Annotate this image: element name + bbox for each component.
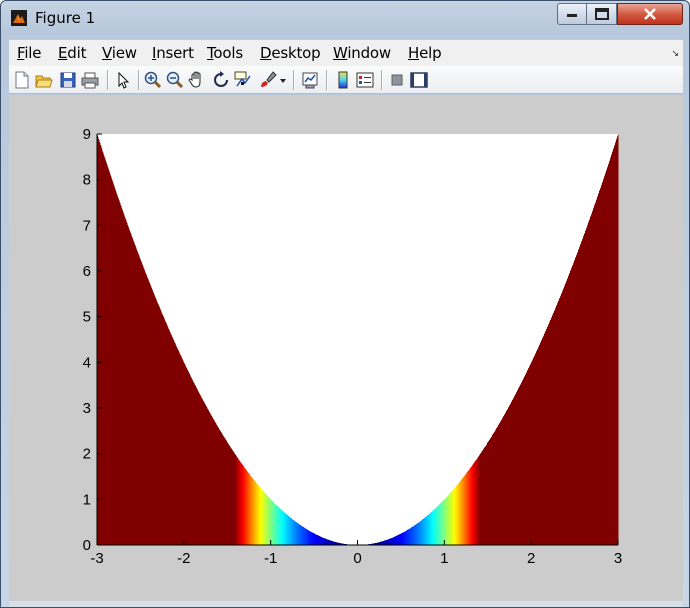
figure-canvas: -3 -2 -1 0 1 2 3 0 1 2 3 4 5 6 7 8 9 [9, 95, 683, 601]
chevron-down-icon[interactable] [279, 70, 287, 90]
zoom-out-icon[interactable] [165, 70, 185, 90]
rotate-3d-icon[interactable] [211, 70, 231, 90]
menu-view[interactable]: View [102, 44, 137, 62]
pan-icon[interactable] [187, 70, 207, 90]
matlab-icon [11, 10, 27, 26]
x-tick-label: 1 [440, 550, 448, 567]
link-plot-icon[interactable] [300, 70, 320, 90]
x-tick-label: 2 [527, 550, 535, 567]
x-tick-label: -3 [90, 550, 103, 567]
y-tick-label: 3 [83, 400, 91, 417]
menu-file[interactable]: File [17, 44, 42, 62]
y-tick-label: 2 [83, 446, 91, 463]
x-tick-label: -1 [264, 550, 277, 567]
menu-window[interactable]: Window [333, 44, 391, 62]
menu-desktop[interactable]: Desktop [260, 44, 321, 62]
menu-edit[interactable]: Edit [58, 44, 86, 62]
x-tick-label: 0 [353, 550, 361, 567]
y-tick-label: 5 [83, 309, 91, 326]
y-tick-label: 7 [83, 217, 91, 234]
y-tick-label: 8 [83, 172, 91, 189]
menu-help[interactable]: Help [408, 44, 442, 62]
open-file-icon[interactable] [34, 70, 54, 90]
menu-tools[interactable]: Tools [207, 44, 243, 62]
close-button[interactable] [617, 3, 683, 25]
show-plot-tools-icon[interactable] [409, 70, 429, 90]
menu-overflow-icon[interactable]: ↘ [671, 48, 679, 59]
y-tick-label: 0 [83, 537, 91, 554]
x-tick-label: -2 [177, 550, 190, 567]
maximize-icon [594, 8, 609, 20]
toolbar-separator [293, 70, 294, 90]
toolbar-separator [138, 70, 139, 90]
brush-icon[interactable] [258, 70, 278, 90]
minimize-button[interactable] [557, 3, 587, 25]
y-tick-label: 6 [83, 263, 91, 280]
menu-bar: File Edit View Insert Tools Desktop Wind… [9, 39, 683, 66]
minimize-icon [567, 14, 577, 17]
zoom-in-icon[interactable] [143, 70, 163, 90]
title-bar[interactable]: Figure 1 [1, 1, 689, 35]
y-tick-label: 4 [83, 354, 91, 371]
area-strip [617, 134, 619, 545]
figure-toolbar [9, 66, 683, 94]
toolbar-separator [107, 70, 108, 90]
toolbar-separator [381, 70, 382, 90]
edit-plot-icon[interactable] [113, 70, 133, 90]
maximize-button[interactable] [586, 3, 617, 25]
plot-area[interactable]: -3 -2 -1 0 1 2 3 0 1 2 3 4 5 6 7 8 9 [9, 95, 683, 601]
y-tick-label: 1 [83, 491, 91, 508]
menu-insert[interactable]: Insert [152, 44, 194, 62]
hide-plot-tools-icon[interactable] [387, 70, 407, 90]
insert-legend-icon[interactable] [355, 70, 375, 90]
close-icon [644, 8, 656, 20]
toolbar-separator [326, 70, 327, 90]
window-bottom-border [9, 601, 683, 607]
y-tick-label: 9 [83, 126, 91, 143]
print-figure-icon[interactable] [80, 70, 100, 90]
new-figure-icon[interactable] [12, 70, 32, 90]
figure-window: Figure 1 File Edit View Insert Tools Des… [0, 0, 690, 608]
data-cursor-icon[interactable] [233, 70, 253, 90]
save-figure-icon[interactable] [58, 70, 78, 90]
x-tick-label: 3 [614, 550, 622, 567]
insert-colorbar-icon[interactable] [333, 70, 353, 90]
window-title: Figure 1 [35, 9, 96, 27]
